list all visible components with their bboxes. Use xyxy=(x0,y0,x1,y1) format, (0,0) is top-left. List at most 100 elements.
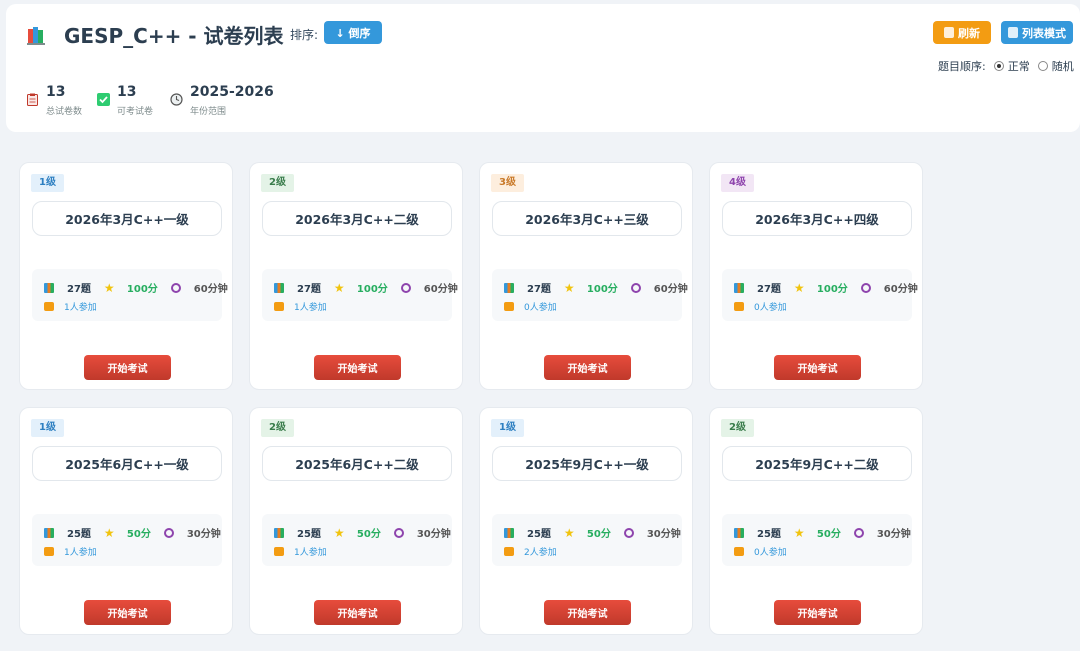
refresh-icon xyxy=(944,27,954,38)
level-badge: 2级 xyxy=(261,174,294,192)
order-normal-radio[interactable] xyxy=(993,61,1004,71)
duration: 60分钟 xyxy=(653,284,688,295)
order-normal-label[interactable]: 正常 xyxy=(1008,58,1030,74)
start-exam-button[interactable]: 开始考试 xyxy=(314,355,401,380)
exam-title: 2026年3月C++二级 xyxy=(262,201,452,236)
start-exam-button[interactable]: 开始考试 xyxy=(314,600,401,625)
total-score: 50分 xyxy=(586,529,611,540)
exam-title: 2025年6月C++二级 xyxy=(262,446,452,481)
question-count: 27题 xyxy=(297,284,321,295)
list-mode-button[interactable]: 列表模式 xyxy=(1001,21,1073,44)
duration: 60分钟 xyxy=(193,284,228,295)
bar-chart-icon xyxy=(504,527,514,538)
level-badge: 4级 xyxy=(721,174,754,192)
clipboard-icon xyxy=(27,93,38,106)
participant-count: 1人参加 xyxy=(64,303,97,313)
participant-count: 1人参加 xyxy=(294,303,327,313)
timer-icon xyxy=(623,527,634,538)
exam-card: 3级 2026年3月C++三级 27题 ★ 100分 60分钟 0人参加 开始考… xyxy=(479,162,693,390)
star-icon: ★ xyxy=(333,280,345,295)
exam-title: 2025年9月C++一级 xyxy=(492,446,682,481)
stat-value: 13 xyxy=(46,84,66,100)
refresh-button[interactable]: 刷新 xyxy=(933,21,991,44)
start-exam-button[interactable]: 开始考试 xyxy=(544,600,631,625)
question-count: 27题 xyxy=(527,284,551,295)
timer-icon xyxy=(630,282,641,293)
order-random-radio[interactable] xyxy=(1037,61,1048,71)
level-badge: 1级 xyxy=(31,174,64,192)
timer-icon xyxy=(170,282,181,293)
level-badge: 2级 xyxy=(721,419,754,437)
people-icon xyxy=(274,547,284,556)
exam-title: 2025年9月C++二级 xyxy=(722,446,912,481)
timer-icon xyxy=(393,527,404,538)
duration: 60分钟 xyxy=(423,284,458,295)
question-count: 25题 xyxy=(527,529,551,540)
bar-chart-icon xyxy=(44,282,54,293)
star-icon: ★ xyxy=(793,280,805,295)
exam-title: 2026年3月C++一级 xyxy=(32,201,222,236)
star-icon: ★ xyxy=(333,525,345,540)
total-score: 50分 xyxy=(126,529,151,540)
exam-card: 1级 2025年9月C++一级 25题 ★ 50分 30分钟 2人参加 开始考试 xyxy=(479,407,693,635)
start-exam-button[interactable]: 开始考试 xyxy=(774,355,861,380)
star-icon: ★ xyxy=(563,280,575,295)
order-label: 题目顺序: xyxy=(938,60,986,73)
refresh-label: 刷新 xyxy=(958,26,980,40)
question-count: 25题 xyxy=(757,529,781,540)
timer-icon xyxy=(853,527,864,538)
exam-card: 1级 2026年3月C++一级 27题 ★ 100分 60分钟 1人参加 开始考… xyxy=(19,162,233,390)
question-count: 27题 xyxy=(757,284,781,295)
total-score: 50分 xyxy=(816,529,841,540)
exam-card: 4级 2026年3月C++四级 27题 ★ 100分 60分钟 0人参加 开始考… xyxy=(709,162,923,390)
timer-icon xyxy=(860,282,871,293)
duration: 30分钟 xyxy=(876,529,911,540)
total-score: 100分 xyxy=(126,284,158,295)
people-icon xyxy=(734,302,744,311)
participant-count: 1人参加 xyxy=(294,548,327,558)
participant-count: 0人参加 xyxy=(524,303,557,313)
question-order-control: 题目顺序: 正常 随机 xyxy=(938,58,1074,74)
participant-count: 0人参加 xyxy=(754,303,787,313)
bar-chart-icon xyxy=(734,282,744,293)
start-exam-button[interactable]: 开始考试 xyxy=(84,355,171,380)
bar-chart-icon xyxy=(504,282,514,293)
duration: 30分钟 xyxy=(646,529,681,540)
exam-title: 2025年6月C++一级 xyxy=(32,446,222,481)
star-icon: ★ xyxy=(103,280,115,295)
clipboard-icon xyxy=(1008,27,1018,38)
sort-label: 排序: xyxy=(290,28,319,42)
exam-card: 2级 2026年3月C++二级 27题 ★ 100分 60分钟 1人参加 开始考… xyxy=(249,162,463,390)
exam-info: 25题 ★ 50分 30分钟 2人参加 xyxy=(492,514,682,566)
exam-card: 1级 2025年6月C++一级 25题 ★ 50分 30分钟 1人参加 开始考试 xyxy=(19,407,233,635)
start-exam-button[interactable]: 开始考试 xyxy=(84,600,171,625)
star-icon: ★ xyxy=(563,525,575,540)
participant-count: 1人参加 xyxy=(64,548,97,558)
list-mode-label: 列表模式 xyxy=(1022,26,1066,40)
timer-icon xyxy=(400,282,411,293)
people-icon xyxy=(44,547,54,556)
bar-chart-icon xyxy=(734,527,744,538)
sort-desc-button[interactable]: ↓ 倒序 xyxy=(324,21,382,44)
level-badge: 2级 xyxy=(261,419,294,437)
level-badge: 1级 xyxy=(31,419,64,437)
level-badge: 1级 xyxy=(491,419,524,437)
duration: 30分钟 xyxy=(186,529,221,540)
start-exam-button[interactable]: 开始考试 xyxy=(774,600,861,625)
people-icon xyxy=(734,547,744,556)
order-random-label[interactable]: 随机 xyxy=(1052,58,1074,74)
duration: 30分钟 xyxy=(416,529,451,540)
stat-value: 13 xyxy=(117,84,137,100)
check-icon xyxy=(97,93,110,106)
total-score: 100分 xyxy=(356,284,388,295)
people-icon xyxy=(504,302,514,311)
people-icon xyxy=(44,302,54,311)
exam-info: 27题 ★ 100分 60分钟 0人参加 xyxy=(492,269,688,321)
stat-label: 总试卷数 xyxy=(46,107,83,117)
start-exam-button[interactable]: 开始考试 xyxy=(544,355,631,380)
star-icon: ★ xyxy=(103,525,115,540)
people-icon xyxy=(274,302,284,311)
stat-label: 年份范围 xyxy=(190,107,227,117)
bar-chart-icon xyxy=(44,527,54,538)
question-count: 25题 xyxy=(67,529,91,540)
